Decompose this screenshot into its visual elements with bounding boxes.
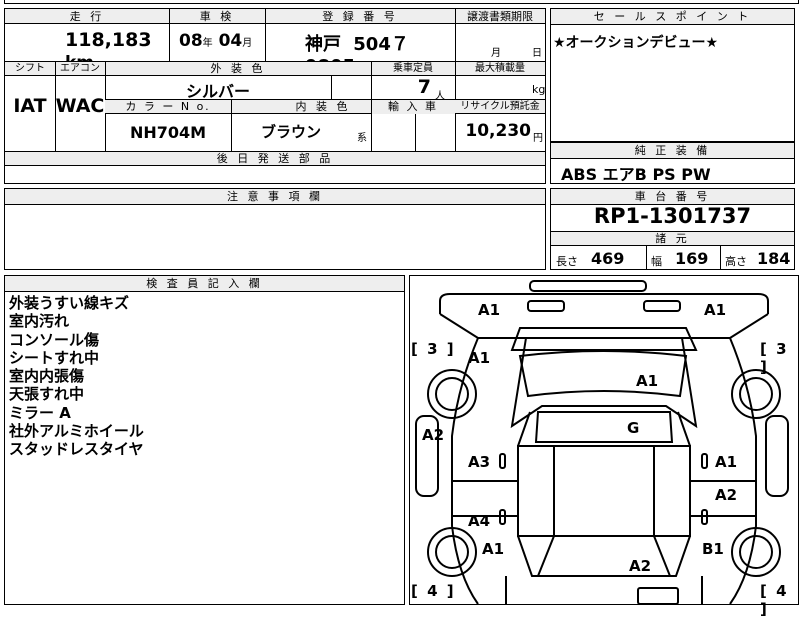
inspector-note: 外装うすい線キズ <box>9 294 130 312</box>
inspection-month: 04 <box>218 31 243 51</box>
vehicle-info-table: 走 行 車 検 登 録 番 号 譲渡書類期限 118,183 km 08年 04… <box>4 8 546 184</box>
capacity-header: 乗車定員 <box>393 63 433 74</box>
max-load-header: 最大積載量 <box>475 63 525 74</box>
inspection-month-unit: 月 <box>242 38 253 49</box>
label-rear-door-right: A2 <box>715 486 738 504</box>
inspector-note: 天張すれ中 <box>9 385 85 404</box>
recycle-unit: 円 <box>533 133 543 144</box>
chassis-box: 車 台 番 号 RP1-1301737 諸 元 長さ 469 幅 169 高さ … <box>550 188 795 270</box>
tire-rear-right: [ 4 ] <box>760 582 789 618</box>
label-front-door-left: A3 <box>468 453 491 471</box>
max-load-unit: kg <box>532 83 546 96</box>
height-value: 184 <box>757 249 791 268</box>
chassis-value: RP1-1301737 <box>593 204 752 228</box>
capacity-value: 7 <box>417 76 431 98</box>
equipment-items: ABS エアB PS PW <box>561 165 711 184</box>
selling-point-box: セ ー ル ス ポ イ ン ト ★オークションデビュー★ <box>550 8 795 142</box>
label-rear-fender-right: B1 <box>702 540 724 558</box>
shift-header: シフト <box>15 63 45 74</box>
label-fender-left: A1 <box>468 349 491 367</box>
width-value: 169 <box>675 249 709 268</box>
label-rear-fender-left: A1 <box>482 540 505 558</box>
recycle-header: リサイクル預託金 <box>460 101 540 112</box>
label-left-side: A2 <box>422 426 445 444</box>
caution-notes-header: 注 意 事 項 欄 <box>5 189 545 205</box>
recycle-value: 10,230 <box>465 121 531 141</box>
registration-header: 登 録 番 号 <box>322 10 398 23</box>
tire-front-right: [ 3 ] <box>760 340 789 376</box>
later-parts-header: 後 日 発 送 部 品 <box>5 152 545 166</box>
inspector-note: シートすれ中 <box>9 348 100 367</box>
length-label: 長さ <box>556 255 578 268</box>
length-value: 469 <box>591 249 625 268</box>
label-front-left: A1 <box>478 301 501 319</box>
inspector-notes: 外装うすい線キズ 室内汚れ コンソール傷 シートすれ中 室内内張傷 天張すれ中 … <box>9 294 144 459</box>
exterior-color-header: 外 装 色 <box>210 62 266 75</box>
inspection-value: 08年 04月 <box>179 31 265 51</box>
inspection-year: 08 <box>179 31 203 51</box>
inspector-note: コンソール傷 <box>9 330 100 349</box>
car-diagram-box: A1 A1 A1 A1 A2 G A3 A1 A4 A2 A1 B1 A2 [ … <box>409 275 799 618</box>
transfer-docs-header: 譲渡書類期限 <box>467 10 533 23</box>
inspector-header: 検 査 員 記 入 欄 <box>5 276 404 292</box>
shift-value: IAT <box>13 95 47 117</box>
inspector-note: 社外アルミホイール <box>9 422 144 441</box>
selling-point-header: セ ー ル ス ポ イ ン ト <box>551 9 794 25</box>
equipment-box: 純 正 装 備 ABS エアB PS PW <box>550 142 795 184</box>
selling-point-text: ★オークションデビュー★ <box>553 35 719 51</box>
caution-notes-box: 注 意 事 項 欄 <box>4 188 546 270</box>
interior-color-value: ブラウン <box>260 123 321 141</box>
chassis-header: 車 台 番 号 <box>551 189 794 205</box>
car-diagram <box>415 280 789 604</box>
width-label: 幅 <box>651 255 662 268</box>
label-front-right: A1 <box>704 301 727 319</box>
inspector-note: 室内内張傷 <box>9 367 85 386</box>
registration-area: 神戸 <box>305 34 341 55</box>
inspection-header: 車 検 <box>199 10 235 23</box>
color-no-value: NH704M <box>129 123 207 142</box>
aircon-header: エアコン <box>60 63 100 74</box>
inspector-note: スタッドレスタイヤ <box>9 440 144 459</box>
tire-front-left: [ 3 ] <box>411 340 456 358</box>
tire-rear-left: [ 4 ] <box>411 582 456 600</box>
label-roof: G <box>627 419 640 437</box>
inspection-year-unit: 年 <box>202 38 213 49</box>
transfer-month-unit: 月 <box>491 48 501 59</box>
transfer-day-unit: 日 <box>532 48 542 59</box>
label-tailgate: A2 <box>629 557 652 575</box>
aircon-value: WAC <box>55 95 105 117</box>
label-front-door-right: A1 <box>715 453 738 471</box>
equipment-header: 純 正 装 備 <box>551 143 794 159</box>
mileage-header: 走 行 <box>69 10 105 23</box>
color-no-header: カ ラ ー N o. <box>125 100 211 113</box>
label-rear-door-left: A4 <box>468 512 491 530</box>
top-strip <box>4 0 799 4</box>
dimensions-header: 諸 元 <box>551 232 794 246</box>
height-label: 高さ <box>725 255 747 268</box>
inspector-note: ミラー A <box>9 403 71 422</box>
interior-color-suffix: 系 <box>357 133 367 144</box>
inspector-box: 検 査 員 記 入 欄 外装うすい線キズ 室内汚れ コンソール傷 シートすれ中 … <box>4 275 405 605</box>
mileage-number: 118,183 <box>65 29 152 51</box>
label-hood: A1 <box>636 372 659 390</box>
inspector-note: 室内汚れ <box>9 312 70 331</box>
import-header: 輸 入 車 <box>371 100 455 114</box>
